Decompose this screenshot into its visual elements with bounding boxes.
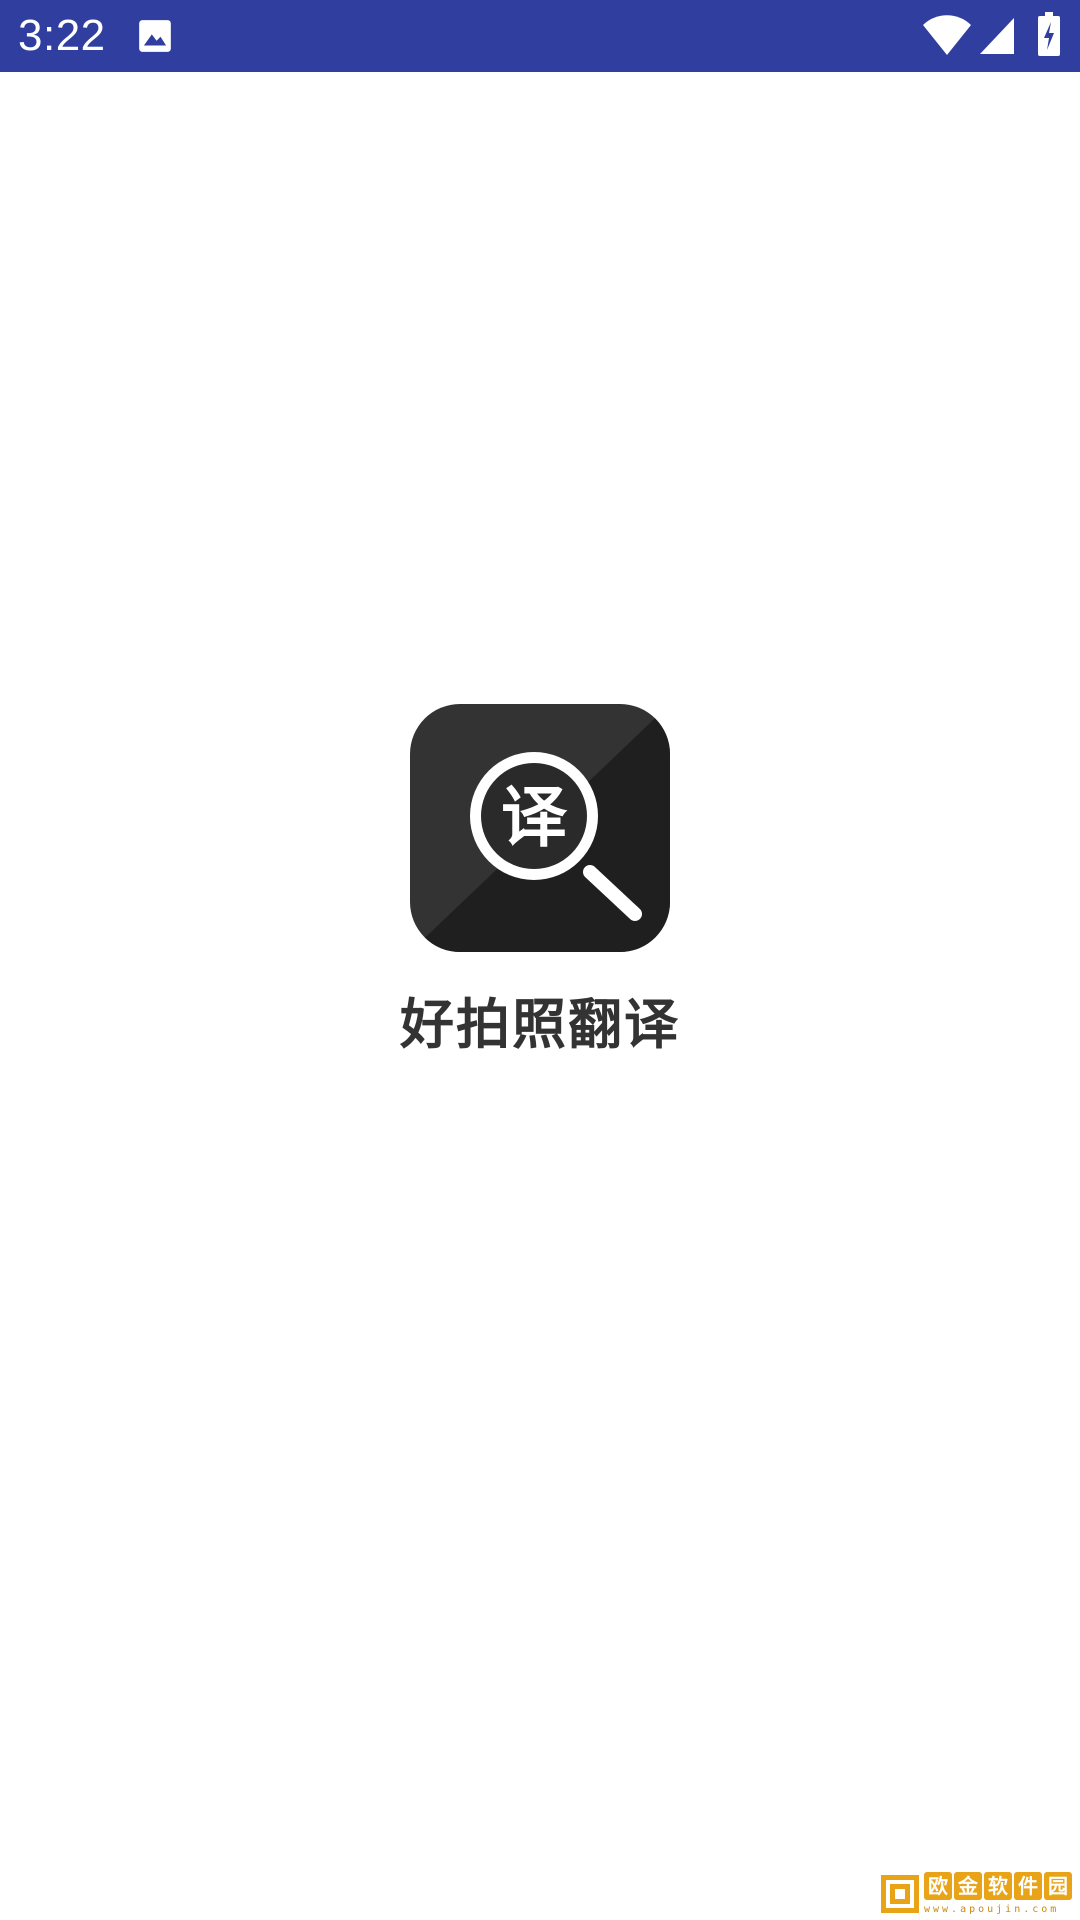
battery-charging-icon [1038,12,1060,56]
splash-screen: 3:22 译 好拍照翻译 欧 金 软 件 园 www.apoujin.com [0,0,1080,1920]
watermark: 欧 金 软 件 园 www.apoujin.com [880,1872,1072,1918]
watermark-char: 欧 [924,1872,952,1900]
wifi-icon [923,15,971,55]
app-logo-icon: 译 [410,704,670,952]
cell-signal-icon [980,18,1014,54]
image-icon [139,20,171,52]
watermark-url: www.apoujin.com [924,1904,1060,1915]
watermark-text: 欧 金 软 件 园 [924,1872,1072,1902]
watermark-char: 园 [1044,1872,1072,1900]
watermark-logo-icon [881,1875,919,1913]
watermark-char: 金 [954,1872,982,1900]
watermark-char: 软 [984,1872,1012,1900]
status-time: 3:22 [18,11,106,60]
watermark-char: 件 [1014,1872,1042,1900]
status-bar: 3:22 [0,0,1080,72]
app-name-title: 好拍照翻译 [400,993,680,1056]
logo-glyph: 译 [501,779,568,856]
